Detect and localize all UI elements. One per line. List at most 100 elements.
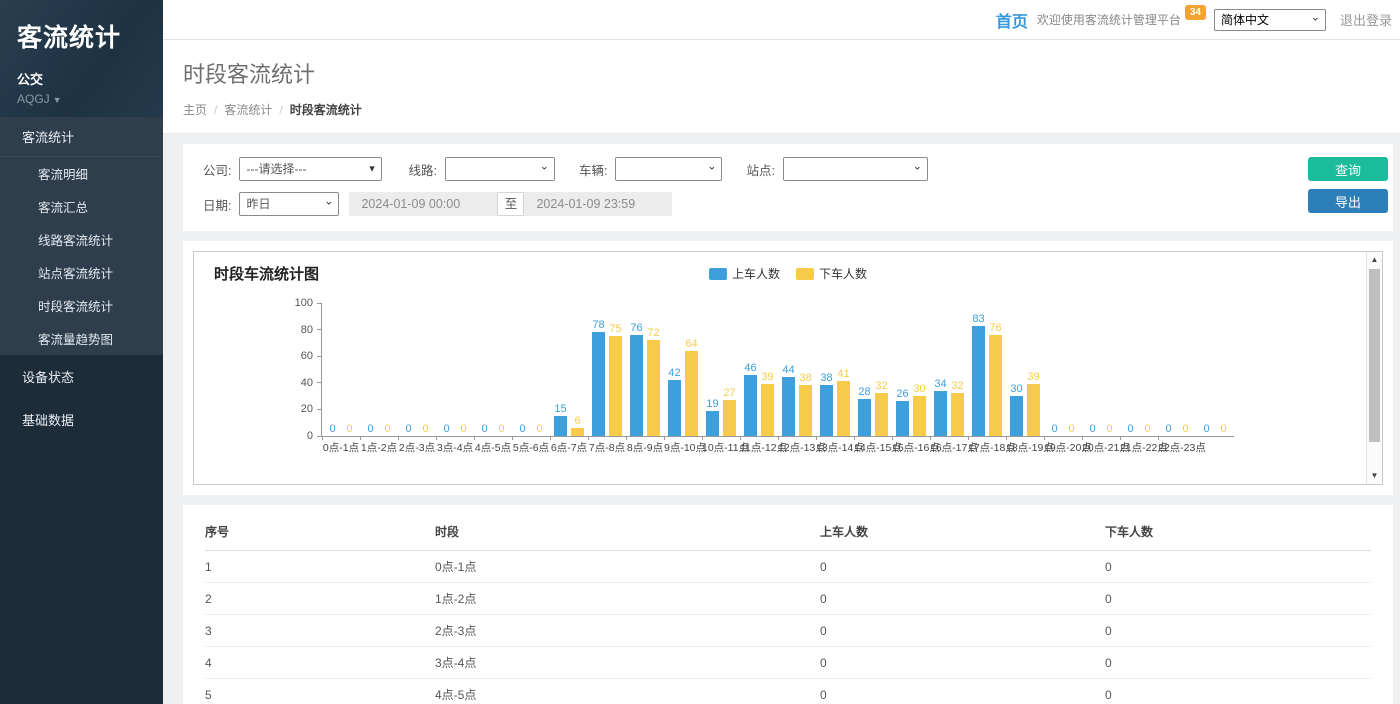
table-row: 54点-5点00 — [205, 679, 1371, 704]
table-cell: 1 — [205, 551, 435, 583]
table-cell: 0 — [1105, 583, 1371, 615]
language-select-wrap: 简体中文 ⌄ — [1214, 9, 1326, 31]
bar-column: 34 — [934, 379, 947, 436]
table-cell: 4 — [205, 647, 435, 679]
chart-panel: 时段车流统计图 上车人数下车人数 00000000000015678757672… — [183, 241, 1393, 495]
sidebar-subitem-时段客流统计[interactable]: 时段客流统计 — [0, 289, 163, 322]
table-cell: 5 — [205, 679, 435, 704]
station-select-wrap: ⌄ — [783, 157, 928, 181]
bar-group: 00 — [436, 304, 474, 436]
sidebar-subitem-客流量趋势图[interactable]: 客流量趋势图 — [0, 322, 163, 355]
bar-column: 0 — [1179, 424, 1192, 436]
line-select[interactable] — [445, 157, 555, 181]
sidebar-subitem-客流汇总[interactable]: 客流汇总 — [0, 190, 163, 223]
sidebar-subitem-线路客流统计[interactable]: 线路客流统计 — [0, 223, 163, 256]
bar-value-label: 0 — [481, 424, 487, 435]
bar-value-label: 6 — [574, 416, 580, 427]
bar-group: 7672 — [626, 304, 664, 436]
sidebar-item-客流统计[interactable]: 客流统计 — [0, 117, 163, 157]
sidebar-subitem-客流明细[interactable]: 客流明细 — [0, 157, 163, 190]
bar-value-label: 32 — [875, 381, 887, 392]
scroll-up-icon[interactable]: ▲ — [1367, 253, 1382, 267]
bar-column: 0 — [1141, 424, 1154, 436]
chart-scrollbar[interactable]: ▲ ▼ — [1366, 252, 1382, 484]
company-select[interactable]: ---请选择--- — [239, 157, 382, 181]
sidebar-menu: 客流统计客流明细客流汇总线路客流统计站点客流统计时段客流统计客流量趋势图设备状态… — [0, 117, 163, 441]
date-end-input[interactable]: 2024-01-09 23:59 — [524, 192, 672, 216]
bar-column: 0 — [1124, 424, 1137, 436]
table-body: 10点-1点0021点-2点0032点-3点0043点-4点0054点-5点00… — [205, 551, 1371, 704]
x-axis-label: 15点-16点 — [892, 440, 930, 455]
x-axis-label: 1点-2点 — [360, 440, 398, 455]
bar-column: 83 — [972, 314, 985, 436]
bar-column: 76 — [630, 323, 643, 436]
breadcrumb-separator: / — [279, 103, 282, 117]
vehicle-select[interactable] — [615, 157, 722, 181]
sidebar-subitem-站点客流统计[interactable]: 站点客流统计 — [0, 256, 163, 289]
legend-item-下车人数[interactable]: 下车人数 — [796, 265, 867, 282]
bar-value-label: 39 — [1027, 372, 1039, 383]
notification-badge[interactable]: 34 — [1185, 5, 1206, 20]
bar-value-label: 28 — [858, 387, 870, 398]
date-start-input[interactable]: 2024-01-09 00:00 — [349, 192, 497, 216]
home-link[interactable]: 首页 — [996, 8, 1028, 32]
query-button[interactable]: 查询 — [1308, 157, 1388, 181]
brand-area: 客流统计 公交 AQGJ▼ — [0, 0, 163, 117]
scrollbar-thumb[interactable] — [1369, 269, 1380, 442]
bar-column: 0 — [1065, 424, 1078, 436]
bar-column: 30 — [913, 384, 926, 436]
main-area: 首页 欢迎使用客流统计管理平台 34 简体中文 ⌄ 退出登录 时段客流统计 主页… — [163, 0, 1400, 704]
bar-column: 76 — [989, 323, 1002, 436]
sidebar-item-基础数据[interactable]: 基础数据 — [0, 398, 163, 441]
bar-group: 00 — [1082, 304, 1120, 436]
bar-group: 00 — [322, 304, 360, 436]
bar-value-label: 0 — [1144, 424, 1150, 435]
bar-value-label: 46 — [744, 363, 756, 374]
breadcrumb-item[interactable]: 客流统计 — [224, 103, 272, 117]
bar-column: 64 — [685, 339, 698, 436]
filter-row-2: 日期: 昨日 ⌄ 2024-01-09 00:00 至 2024-01-09 2… — [203, 192, 1373, 216]
bar-column: 0 — [381, 424, 394, 436]
bar-group: 3039 — [1006, 304, 1044, 436]
bar-value-label: 39 — [761, 372, 773, 383]
bar-value-label: 0 — [384, 424, 390, 435]
bar-value-label: 76 — [989, 323, 1001, 334]
bar-value-label: 26 — [896, 389, 908, 400]
station-select[interactable] — [783, 157, 928, 181]
menu-section-客流统计: 客流统计客流明细客流汇总线路客流统计站点客流统计时段客流统计客流量趋势图 — [0, 117, 163, 355]
y-tick-mark — [317, 382, 322, 383]
bar-上车人数 — [782, 377, 795, 436]
language-select[interactable]: 简体中文 — [1214, 9, 1326, 31]
x-axis-label: 3点-4点 — [436, 440, 474, 455]
sidebar-item-设备状态[interactable]: 设备状态 — [0, 355, 163, 398]
bar-column: 0 — [516, 424, 529, 436]
logout-link[interactable]: 退出登录 — [1340, 10, 1392, 29]
x-axis-label: 18点-19点 — [1006, 440, 1044, 455]
bar-column: 32 — [875, 381, 888, 436]
bar-value-label: 0 — [460, 424, 466, 435]
chart-plot: 0000000000001567875767242641927463944383… — [322, 304, 1234, 437]
company-name: 公交 — [17, 69, 163, 88]
bar-column: 72 — [647, 328, 660, 436]
x-axis-label: 13点-14点 — [816, 440, 854, 455]
bar-上车人数 — [744, 375, 757, 436]
legend-item-上车人数[interactable]: 上车人数 — [709, 265, 780, 282]
company-code-dropdown[interactable]: AQGJ▼ — [17, 92, 163, 106]
line-select-wrap: ⌄ — [445, 157, 555, 181]
bar-value-label: 0 — [405, 424, 411, 435]
page-header: 时段客流统计 主页/客流统计/时段客流统计 — [163, 40, 1400, 134]
breadcrumb-item[interactable]: 主页 — [183, 103, 207, 117]
x-axis-label: 5点-6点 — [512, 440, 550, 455]
export-button[interactable]: 导出 — [1308, 189, 1388, 213]
bar-下车人数 — [1027, 384, 1040, 436]
bar-下车人数 — [913, 396, 926, 436]
bar-value-label: 78 — [592, 320, 604, 331]
scroll-down-icon[interactable]: ▼ — [1367, 469, 1382, 483]
date-preset-select[interactable]: 昨日 — [239, 192, 339, 216]
table-row: 43点-4点00 — [205, 647, 1371, 679]
bar-下车人数 — [723, 400, 736, 436]
vehicle-select-wrap: ⌄ — [615, 157, 722, 181]
bar-下车人数 — [837, 381, 850, 436]
x-axis-label: 6点-7点 — [550, 440, 588, 455]
y-tick-mark — [317, 436, 322, 437]
